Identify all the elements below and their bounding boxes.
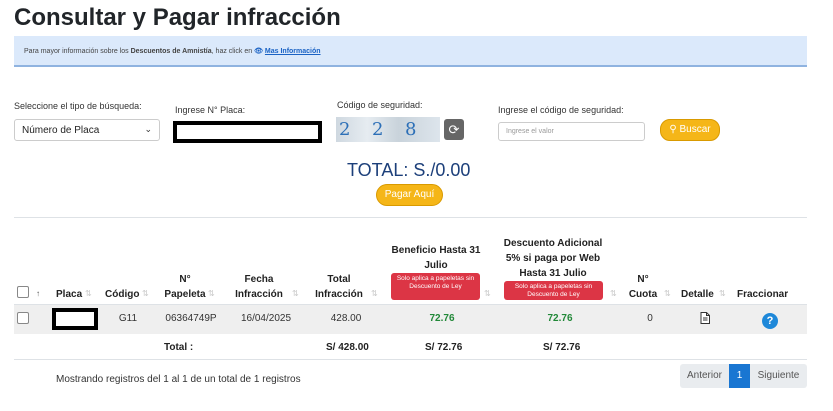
page-title: Consultar y Pagar infracción	[14, 4, 341, 31]
document-icon[interactable]	[700, 312, 710, 324]
info-banner: Para mayor información sobre los Descuen…	[14, 36, 807, 67]
col-papeleta[interactable]: N° Papeleta	[160, 272, 210, 302]
search-button-label: Buscar	[679, 124, 711, 135]
col-beneficio[interactable]: Beneficio Hasta 31 Julio	[386, 243, 486, 273]
captcha-char: 2	[339, 119, 351, 140]
col-codigo[interactable]: Código	[105, 287, 139, 302]
captcha-image: 2 2 8	[336, 117, 440, 142]
row-fecha: 16/04/2025	[240, 313, 292, 324]
row-cuota: 0	[647, 313, 653, 324]
sort-icon: ↑	[36, 289, 40, 298]
search-type-label: Seleccione el tipo de búsqueda:	[14, 101, 142, 111]
badge-no-discount: Solo aplica a papeletas sin Descuento de…	[504, 281, 603, 300]
captcha-char: 8	[405, 119, 417, 140]
search-type-select[interactable]: Número de Placa ⌄	[14, 119, 160, 141]
plate-label: Ingrese N° Placa:	[175, 105, 246, 115]
total-amount: TOTAL: S./0.00	[347, 160, 471, 180]
search-type-value: Número de Placa	[22, 125, 100, 136]
sort-icon: ⇅	[371, 289, 378, 298]
row-codigo: G11	[118, 313, 138, 324]
banner-text: Para mayor información sobre los	[24, 48, 131, 55]
row-plate	[52, 308, 98, 330]
eye-icon: 👁	[254, 48, 263, 55]
plate-input[interactable]	[173, 121, 322, 143]
next-page-button[interactable]: Siguiente	[750, 364, 807, 388]
badge-no-discount: Solo aplica a papeletas sin Descuento de…	[391, 273, 480, 300]
security-code-input[interactable]: Ingrese el valor	[498, 122, 645, 141]
prev-page-button[interactable]: Anterior	[680, 364, 729, 388]
col-fraccionar[interactable]: Fraccionar	[737, 287, 788, 302]
sort-icon: ⇅	[142, 289, 149, 298]
footer-total-label: Total :	[164, 342, 194, 353]
more-info-link[interactable]: Mas Información	[265, 48, 321, 55]
help-icon[interactable]: ?	[762, 313, 778, 329]
pay-button[interactable]: Pagar Aquí	[376, 184, 443, 206]
sort-icon: ⇅	[484, 289, 491, 298]
footer-descuento: S/ 72.76	[543, 342, 581, 353]
chevron-down-icon: ⌄	[144, 124, 152, 134]
footer-divider	[14, 359, 807, 360]
col-detalle[interactable]: Detalle	[681, 287, 714, 302]
refresh-captcha-button[interactable]: ⟳	[444, 119, 464, 140]
sort-icon: ⇅	[610, 289, 617, 298]
page-1-button[interactable]: 1	[729, 364, 750, 388]
select-all-checkbox[interactable]	[17, 286, 29, 298]
col-placa[interactable]: Placa	[56, 287, 82, 302]
sort-icon: ⇅	[719, 289, 726, 298]
col-fecha[interactable]: Fecha Infracción	[233, 272, 285, 302]
banner-text-after: , haz click en	[211, 48, 255, 55]
col-cuota[interactable]: N° Cuota	[626, 272, 660, 302]
refresh-icon: ⟳	[448, 122, 460, 137]
banner-bold-text: Descuentos de Amnistía	[130, 48, 212, 55]
pagination-info: Mostrando registros del 1 al 1 de un tot…	[56, 374, 301, 385]
captcha-label: Código de seguridad:	[337, 100, 423, 110]
row-descuento: 72.76	[547, 313, 573, 324]
captcha-char: 2	[372, 119, 384, 140]
search-button[interactable]: ⚲ Buscar	[660, 119, 720, 141]
search-icon: ⚲	[669, 124, 677, 135]
row-papeleta: 06364749P	[165, 313, 217, 324]
sort-icon: ⇅	[292, 289, 299, 298]
col-descuento[interactable]: Descuento Adicional 5% si paga por Web H…	[501, 236, 605, 281]
row-total: 428.00	[330, 313, 362, 324]
sort-icon: ⇅	[664, 289, 671, 298]
code-label: Ingrese el código de seguridad:	[498, 105, 624, 115]
sort-icon: ⇅	[85, 289, 92, 298]
col-total[interactable]: Total Infracción	[313, 272, 365, 302]
row-beneficio: 72.76	[429, 313, 455, 324]
divider	[14, 217, 807, 218]
footer-total: S/ 428.00	[326, 342, 369, 353]
sort-icon: ⇅	[208, 289, 215, 298]
row-checkbox[interactable]	[17, 312, 29, 324]
footer-beneficio: S/ 72.76	[425, 342, 463, 353]
